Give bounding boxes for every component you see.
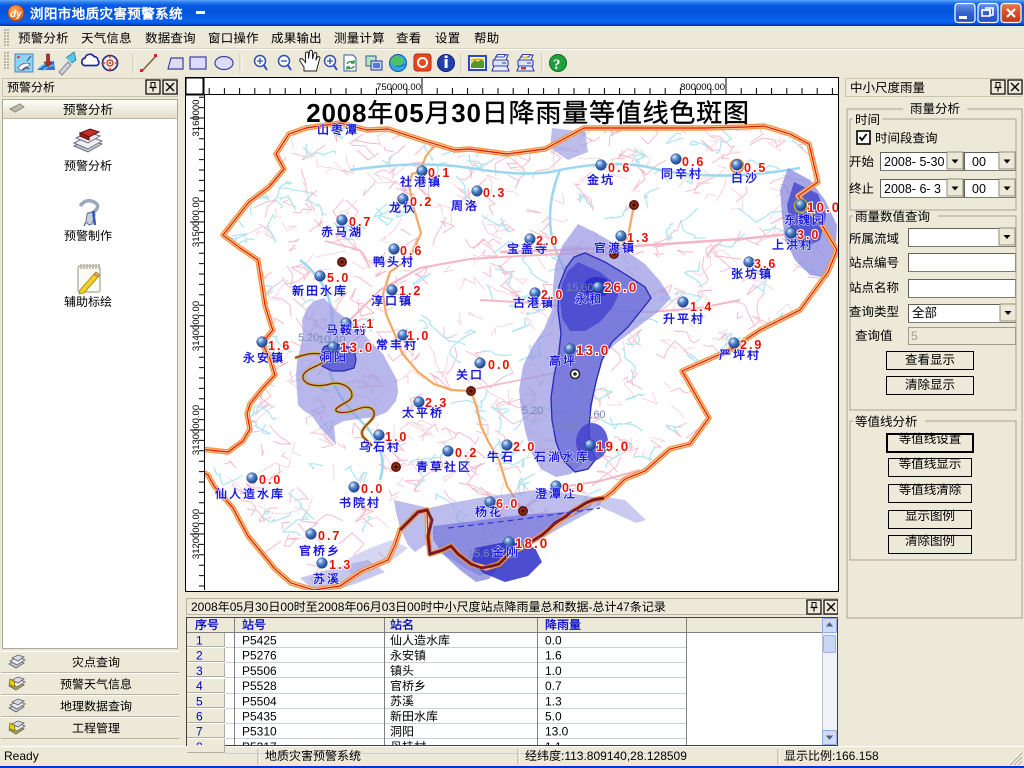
svg-text:06: 06 xyxy=(356,600,370,614)
svg-text:15.60: 15.60 xyxy=(566,282,594,294)
svg-text:1.0: 1.0 xyxy=(385,430,408,444)
svg-text:13.0: 13.0 xyxy=(340,340,374,355)
svg-text:0.6: 0.6 xyxy=(682,155,705,169)
svg-text:6.0: 6.0 xyxy=(496,497,519,511)
svg-text:0.0: 0.0 xyxy=(488,358,511,372)
svg-text::166.158: :166.158 xyxy=(832,749,879,763)
svg-text:15.6: 15.6 xyxy=(468,548,489,560)
svg-text:1.2: 1.2 xyxy=(399,284,422,298)
svg-text:0.6: 0.6 xyxy=(400,244,423,258)
svg-text:3: 3 xyxy=(196,664,203,678)
svg-text:3.0: 3.0 xyxy=(797,228,820,242)
svg-text:0.5: 0.5 xyxy=(744,161,767,175)
svg-text:0.1: 0.1 xyxy=(428,166,451,180)
svg-text:30: 30 xyxy=(255,600,269,614)
svg-text:0.6: 0.6 xyxy=(608,161,631,175)
svg-text:0.0: 0.0 xyxy=(545,634,562,648)
svg-text:全部: 全部 xyxy=(912,305,937,320)
svg-text:13.0: 13.0 xyxy=(576,343,610,358)
svg-text:2: 2 xyxy=(196,649,203,663)
svg-text::113.809140,28.128509: :113.809140,28.128509 xyxy=(561,749,687,763)
svg-text:1.0: 1.0 xyxy=(407,329,430,343)
svg-text:13.0: 13.0 xyxy=(545,725,569,739)
svg-text:10.0: 10.0 xyxy=(807,200,841,215)
svg-text:05: 05 xyxy=(230,600,244,614)
svg-text:2008: 2008 xyxy=(318,600,345,614)
svg-text:03: 03 xyxy=(382,600,396,614)
svg-text:8: 8 xyxy=(196,740,203,754)
svg-text:0.2: 0.2 xyxy=(455,446,478,460)
svg-text:P5317: P5317 xyxy=(242,740,277,754)
svg-text:2008- 5-30: 2008- 5-30 xyxy=(884,155,945,169)
svg-text:1.4: 1.4 xyxy=(690,300,713,314)
svg-text:dy: dy xyxy=(10,9,22,20)
svg-text:26.0: 26.0 xyxy=(604,280,638,295)
svg-text:1.6: 1.6 xyxy=(268,339,291,353)
svg-text:18.0: 18.0 xyxy=(515,536,549,551)
svg-text:0.0: 0.0 xyxy=(361,482,384,496)
svg-text:2008- 6- 3: 2008- 6- 3 xyxy=(884,182,941,196)
svg-text:5: 5 xyxy=(911,329,918,343)
svg-text:0.7: 0.7 xyxy=(318,529,341,543)
svg-text:3120000.00: 3120000.00 xyxy=(191,509,202,559)
svg-text:5: 5 xyxy=(196,694,203,708)
svg-text:2.0: 2.0 xyxy=(536,234,559,248)
svg-text:800000.00: 800000.00 xyxy=(680,82,725,93)
svg-text:0.2: 0.2 xyxy=(410,195,433,209)
svg-text:1.6: 1.6 xyxy=(545,649,562,663)
svg-text:3140000.00: 3140000.00 xyxy=(191,301,202,351)
svg-text:00: 00 xyxy=(407,600,421,614)
svg-text:3150000.00: 3150000.00 xyxy=(191,197,202,247)
svg-text:2008: 2008 xyxy=(191,600,218,614)
svg-text:Ready: Ready xyxy=(4,749,39,763)
svg-text:P5435: P5435 xyxy=(242,710,277,724)
svg-text:15.60: 15.60 xyxy=(578,409,606,421)
svg-text:1.0: 1.0 xyxy=(545,664,562,678)
svg-text:1.1: 1.1 xyxy=(352,317,375,331)
svg-text:P5506: P5506 xyxy=(242,664,277,678)
svg-text:00: 00 xyxy=(280,600,294,614)
svg-text:3.6: 3.6 xyxy=(754,257,777,271)
svg-text:0.7: 0.7 xyxy=(349,215,372,229)
svg-text:7: 7 xyxy=(196,725,203,739)
svg-text:5.0: 5.0 xyxy=(327,271,350,285)
svg-text:0.7: 0.7 xyxy=(545,679,562,693)
svg-text:0.0: 0.0 xyxy=(259,473,282,487)
svg-text:30: 30 xyxy=(451,98,482,128)
svg-text:5.0: 5.0 xyxy=(545,710,562,724)
svg-text:P5504: P5504 xyxy=(242,694,277,708)
svg-text:47: 47 xyxy=(617,600,631,614)
svg-text:5.20: 5.20 xyxy=(522,405,543,417)
svg-text:1.3: 1.3 xyxy=(627,231,650,245)
svg-text:5.20: 5.20 xyxy=(298,332,319,344)
svg-text:4: 4 xyxy=(196,679,203,693)
svg-text:1: 1 xyxy=(196,634,203,648)
svg-text:0.0: 0.0 xyxy=(562,481,585,495)
svg-text:19.0: 19.0 xyxy=(596,439,630,454)
svg-text:3130000.00: 3130000.00 xyxy=(191,405,202,455)
svg-text:2008: 2008 xyxy=(306,98,367,128)
svg-text:2.0: 2.0 xyxy=(513,440,536,454)
svg-text:1.3: 1.3 xyxy=(329,558,352,572)
svg-text:P5425: P5425 xyxy=(242,634,277,648)
svg-text:10.40: 10.40 xyxy=(552,421,580,433)
svg-text:P5528: P5528 xyxy=(242,679,277,693)
svg-text:?: ? xyxy=(553,57,561,73)
svg-text:0.3: 0.3 xyxy=(483,186,506,200)
svg-text:00: 00 xyxy=(972,155,986,169)
svg-text:3160000: 3160000 xyxy=(191,100,202,137)
svg-text:2.3: 2.3 xyxy=(425,396,448,410)
svg-text:P5276: P5276 xyxy=(242,649,277,663)
svg-text:-: - xyxy=(589,600,593,614)
svg-text:750000.00: 750000.00 xyxy=(376,82,421,93)
svg-text:6: 6 xyxy=(196,710,203,724)
svg-text:2.9: 2.9 xyxy=(740,338,763,352)
svg-text:2.0: 2.0 xyxy=(541,288,564,302)
svg-text:P5310: P5310 xyxy=(242,725,277,739)
svg-text:1.3: 1.3 xyxy=(545,694,562,708)
svg-text:00: 00 xyxy=(972,182,986,196)
svg-text:05: 05 xyxy=(394,98,425,128)
